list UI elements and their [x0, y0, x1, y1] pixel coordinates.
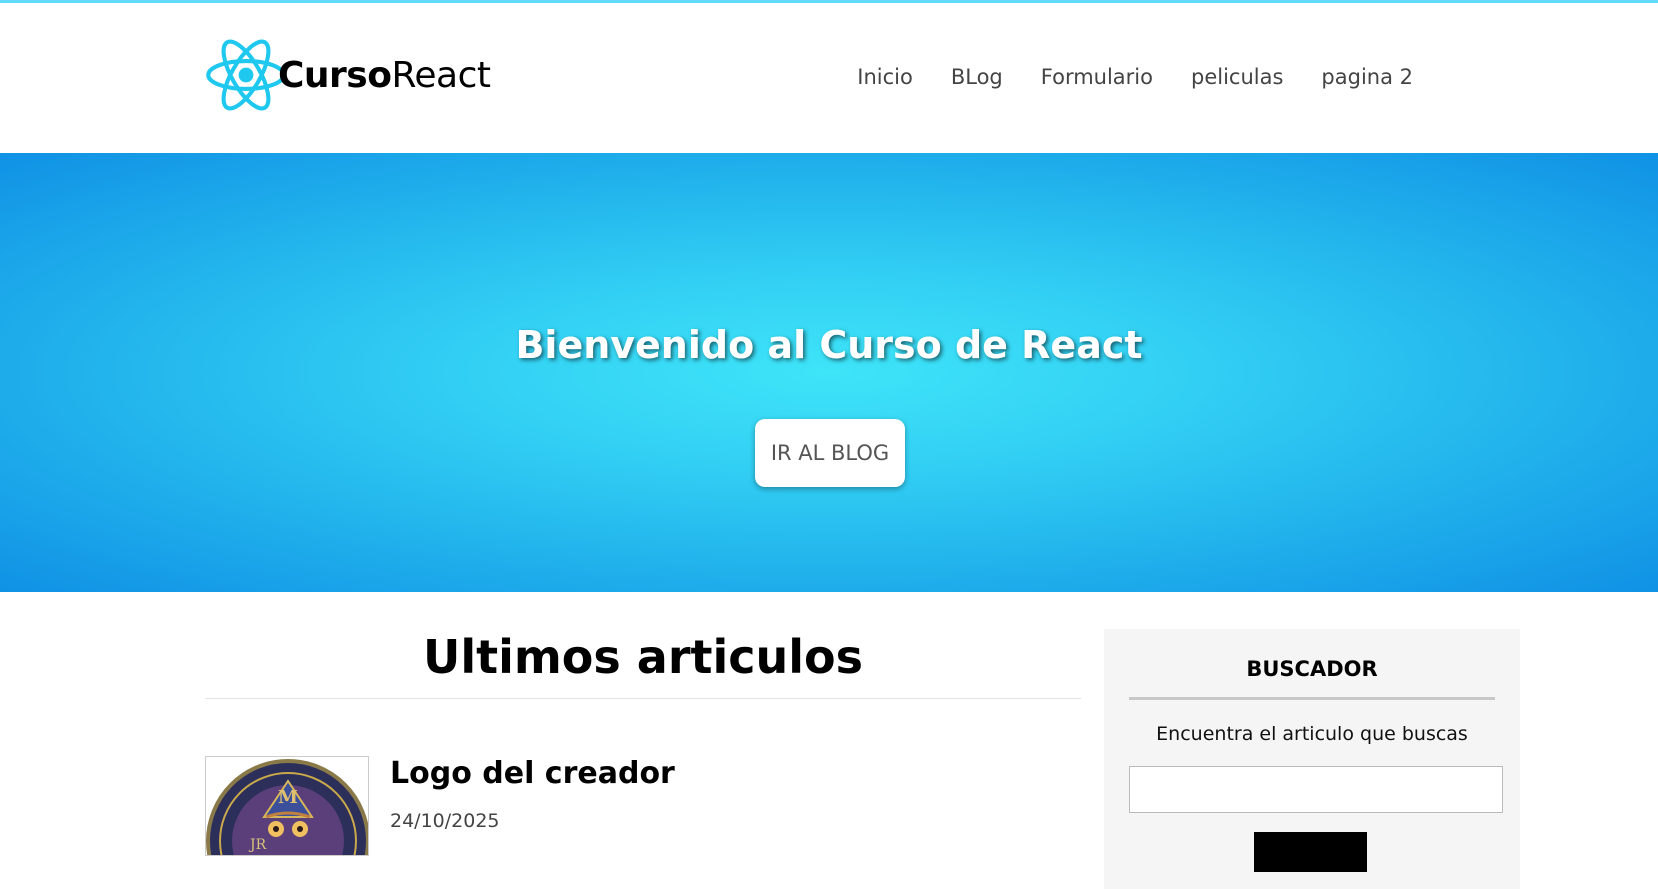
sidebar-description: Encuentra el articulo que buscas — [1156, 723, 1468, 745]
search-input[interactable] — [1129, 766, 1503, 813]
creator-logo-image: M JR — [206, 757, 368, 855]
nav-item-pagina-2[interactable]: pagina 2 — [1321, 65, 1413, 89]
svg-text:JR: JR — [248, 837, 267, 853]
react-atom-icon — [206, 39, 286, 111]
nav-item-blog[interactable]: BLog — [951, 65, 1003, 89]
logo-text: CursoReact — [278, 54, 491, 96]
logo-text-bold: Curso — [278, 54, 392, 96]
nav-item-formulario[interactable]: Formulario — [1041, 65, 1153, 89]
sidebar-title: BUSCADOR — [1246, 657, 1378, 681]
article-image[interactable]: M JR — [205, 756, 369, 856]
site-logo[interactable]: CursoReact — [205, 35, 491, 115]
nav-item-inicio[interactable]: Inicio — [857, 65, 913, 89]
sidebar-title-underline — [1129, 697, 1495, 700]
site-header: CursoReact Inicio BLog Formulario pelicu… — [0, 3, 1658, 153]
main-nav: Inicio BLog Formulario peliculas pagina … — [857, 65, 1413, 89]
section-divider — [205, 698, 1081, 699]
search-button[interactable] — [1254, 832, 1367, 872]
search-sidebar: BUSCADOR Encuentra el articulo que busca… — [1104, 629, 1520, 889]
article-title[interactable]: Logo del creador — [390, 756, 675, 791]
hero-title: Bienvenido al Curso de React — [515, 323, 1143, 367]
go-to-blog-button[interactable]: IR AL BLOG — [755, 419, 905, 487]
hero-banner: Bienvenido al Curso de React IR AL BLOG — [0, 153, 1658, 592]
article-date: 24/10/2025 — [390, 810, 500, 832]
svg-text:M: M — [278, 787, 298, 808]
section-title: Ultimos articulos — [422, 630, 864, 684]
nav-item-peliculas[interactable]: peliculas — [1191, 65, 1283, 89]
logo-text-light: React — [391, 54, 491, 96]
article-item: M JR Logo del creador 24/10/2025 — [205, 756, 1081, 856]
